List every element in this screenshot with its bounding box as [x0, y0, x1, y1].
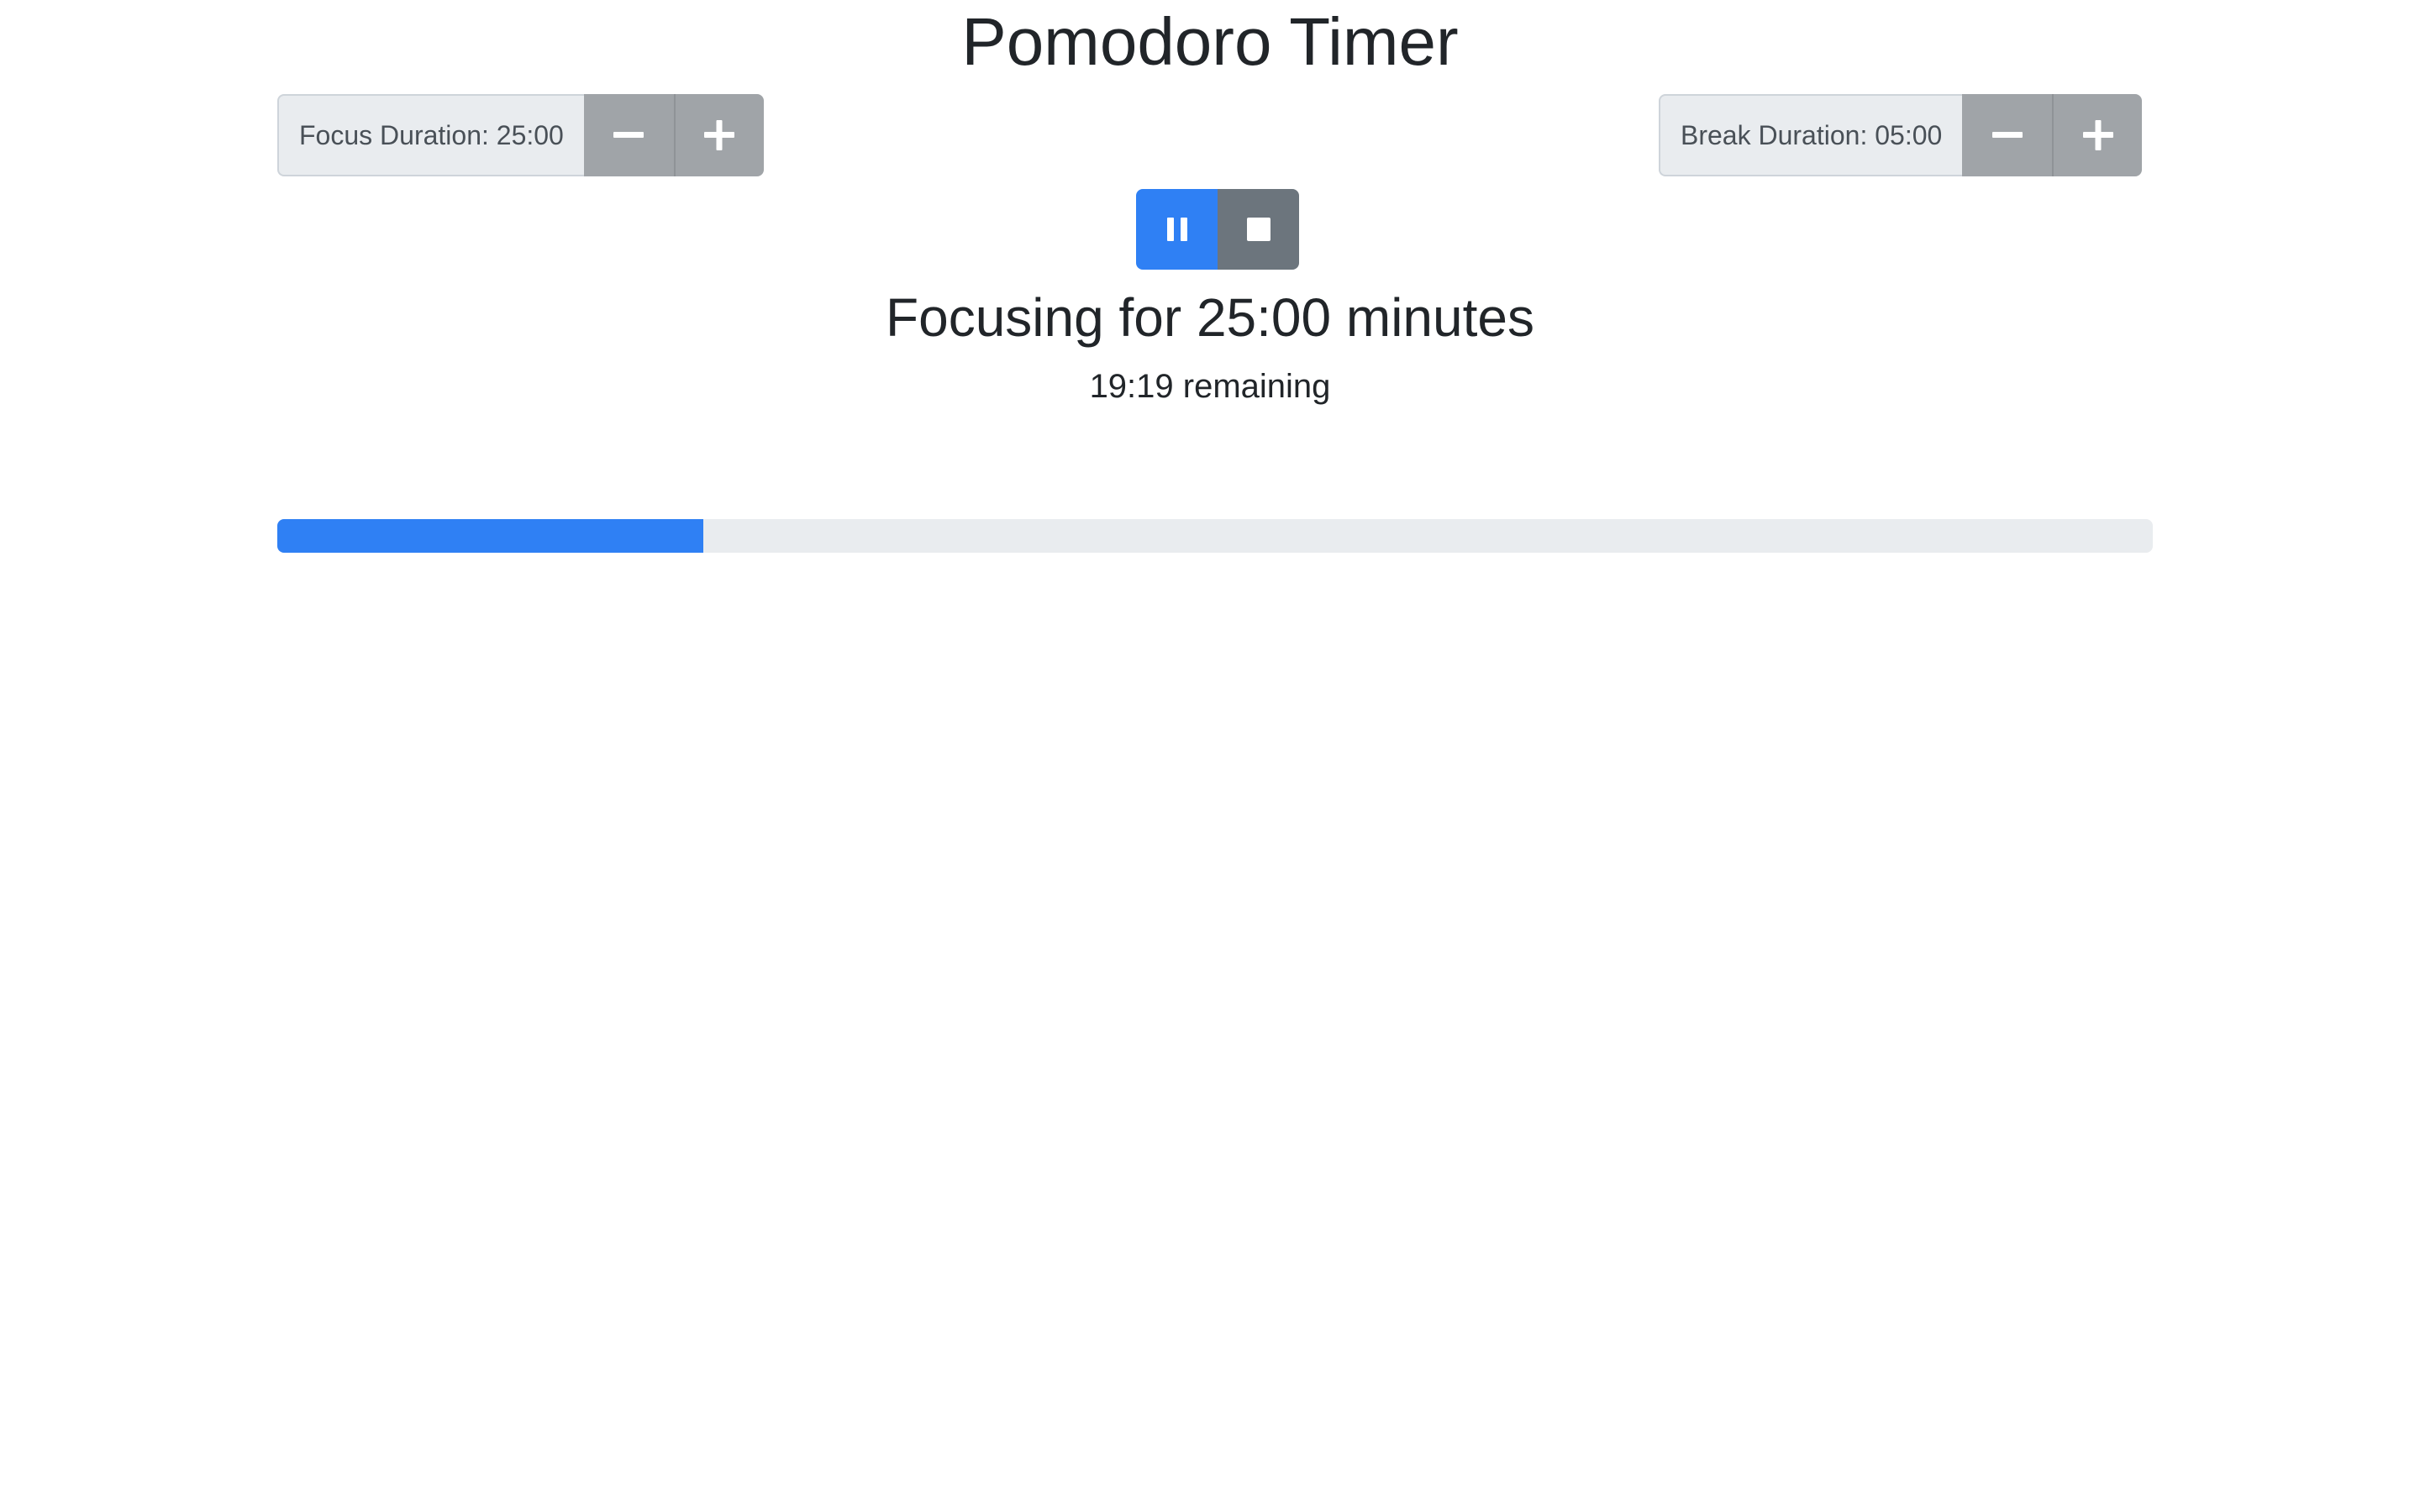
stop-button[interactable]: [1218, 189, 1299, 270]
time-remaining: 19:19 remaining: [1089, 368, 1331, 405]
timer-status: Focusing for 25:00 minutes: [886, 287, 1534, 348]
focus-increase-button[interactable]: [673, 94, 764, 176]
break-decrease-button[interactable]: [1962, 94, 2053, 176]
break-increase-button[interactable]: [2052, 94, 2143, 176]
focus-duration-label: Focus Duration: 25:00: [277, 94, 584, 176]
pause-button[interactable]: [1136, 189, 1218, 270]
progress-fill: [277, 519, 703, 553]
pause-icon: [1166, 218, 1187, 241]
minus-icon: [613, 132, 644, 138]
focus-decrease-button[interactable]: [583, 94, 674, 176]
timer-controls: [1136, 189, 1299, 270]
focus-duration-control: Focus Duration: 25:00: [277, 94, 764, 176]
page-title: Pomodoro Timer: [961, 4, 1459, 79]
plus-icon: [704, 120, 735, 150]
pomodoro-page: Pomodoro Timer Focus Duration: 25:00 Bre…: [0, 0, 2420, 1512]
progress-bar: [277, 519, 2153, 553]
plus-icon: [2082, 120, 2113, 150]
stop-icon: [1246, 218, 1270, 241]
minus-icon: [1991, 132, 2023, 138]
break-duration-control: Break Duration: 05:00: [1659, 94, 2143, 176]
break-duration-label: Break Duration: 05:00: [1659, 94, 1963, 176]
